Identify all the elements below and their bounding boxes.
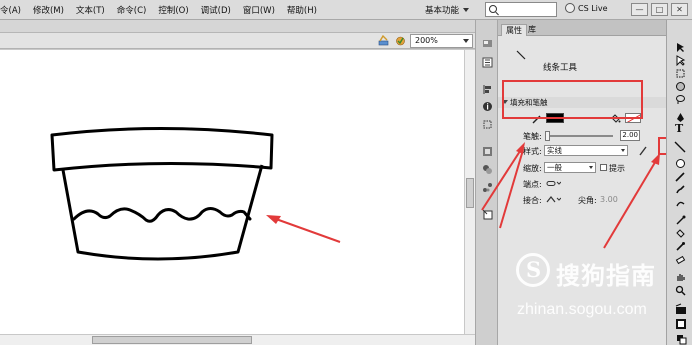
edit-scene-icon[interactable] [395,35,406,46]
chevron-down-icon [463,39,469,43]
pencil-tool-icon[interactable] [675,171,686,182]
deco-tool-icon[interactable] [675,198,686,209]
stage-canvas[interactable] [0,50,464,334]
paint-bucket-tool-icon[interactable] [675,228,686,239]
vertical-scrollbar[interactable] [464,50,475,334]
menu-modify[interactable]: 修改(M) [27,4,70,16]
selection-tool-icon[interactable] [675,42,686,53]
components-icon[interactable] [482,182,493,193]
tools-panel: T [666,20,692,345]
sogou-logo [516,253,550,287]
3d-rotation-tool-icon[interactable] [675,81,686,92]
flower-pot-drawing [50,127,341,261]
menu-list: 令(A) 修改(M) 文本(T) 命令(C) 控制(O) 调试(D) 窗口(W)… [0,0,323,20]
watermark-title: 搜狗指南 [556,262,656,290]
menu-window[interactable]: 窗口(W) [237,4,281,16]
brush-tool-icon[interactable] [675,184,686,195]
zoom-select[interactable]: 200% [410,34,473,48]
eyedropper-tool-icon[interactable] [675,241,686,252]
search-input[interactable] [485,2,557,17]
panel-icon-strip [475,20,498,345]
scroll-thumb[interactable] [466,178,474,208]
color-icon[interactable] [482,146,493,157]
chevron-down-icon [463,8,470,12]
subselection-tool-icon[interactable] [675,55,686,66]
menu-help[interactable]: 帮助(H) [281,4,323,16]
bone-tool-icon[interactable] [675,215,686,226]
hand-tool-icon[interactable] [675,272,686,283]
free-transform-tool-icon[interactable] [675,68,686,79]
swap-colors-icon[interactable] [675,333,687,345]
restore-button[interactable]: □ [651,3,668,16]
info-icon[interactable] [482,101,493,112]
cs-live-label: CS Live [578,3,608,13]
zoom-tool-icon[interactable] [675,285,686,296]
swatches-icon[interactable] [482,164,493,175]
align-icon[interactable] [482,84,493,95]
menu-text[interactable]: 文本(T) [70,4,111,16]
menu-bar: 令(A) 修改(M) 文本(T) 命令(C) 控制(O) 调试(D) 窗口(W)… [0,0,692,20]
text-tool-icon[interactable]: T [675,123,686,134]
cs-live-icon [565,3,575,13]
search-icon [489,5,497,13]
menu-command-partial[interactable]: 令(A) [0,4,27,16]
transform-icon[interactable] [482,119,493,130]
lasso-tool-icon[interactable] [675,94,686,105]
stroke-color-icon[interactable] [675,303,687,315]
zoom-value: 200% [415,36,438,45]
window-controls: — □ ✕ [631,3,688,16]
workspace-label: 基本功能 [425,6,460,16]
scroll-thumb[interactable] [92,336,252,344]
document-tab-strip [0,20,475,33]
line-tool-icon[interactable] [673,140,687,154]
horizontal-scrollbar[interactable] [0,334,475,345]
library-icon[interactable] [482,57,493,68]
motion-editor-icon[interactable] [482,38,493,49]
menu-control[interactable]: 控制(O) [152,4,194,16]
minimize-button[interactable]: — [631,3,648,16]
fill-color-icon[interactable] [675,318,687,330]
annotation-box-fill-stroke [502,80,643,119]
cs-live-button[interactable]: CS Live [565,3,608,13]
edit-bar: 200% [0,33,475,49]
close-button[interactable]: ✕ [671,3,688,16]
annotation-arrow-props [499,149,524,229]
menu-debug[interactable]: 调试(D) [195,4,237,16]
eraser-tool-icon[interactable] [675,254,686,265]
actions-icon[interactable] [482,209,493,220]
workspace-switcher[interactable]: 基本功能 [425,3,481,17]
edit-symbols-icon[interactable] [378,35,389,46]
oval-tool-icon[interactable] [675,158,686,169]
menu-commands[interactable]: 命令(C) [111,4,153,16]
watermark-url: zhinan.sogou.com [517,301,647,318]
properties-panel: 属性 库 线条工具 填充和笔触 笔触: 2.00 样式: 实线 缩放: 一般 提… [498,20,666,345]
